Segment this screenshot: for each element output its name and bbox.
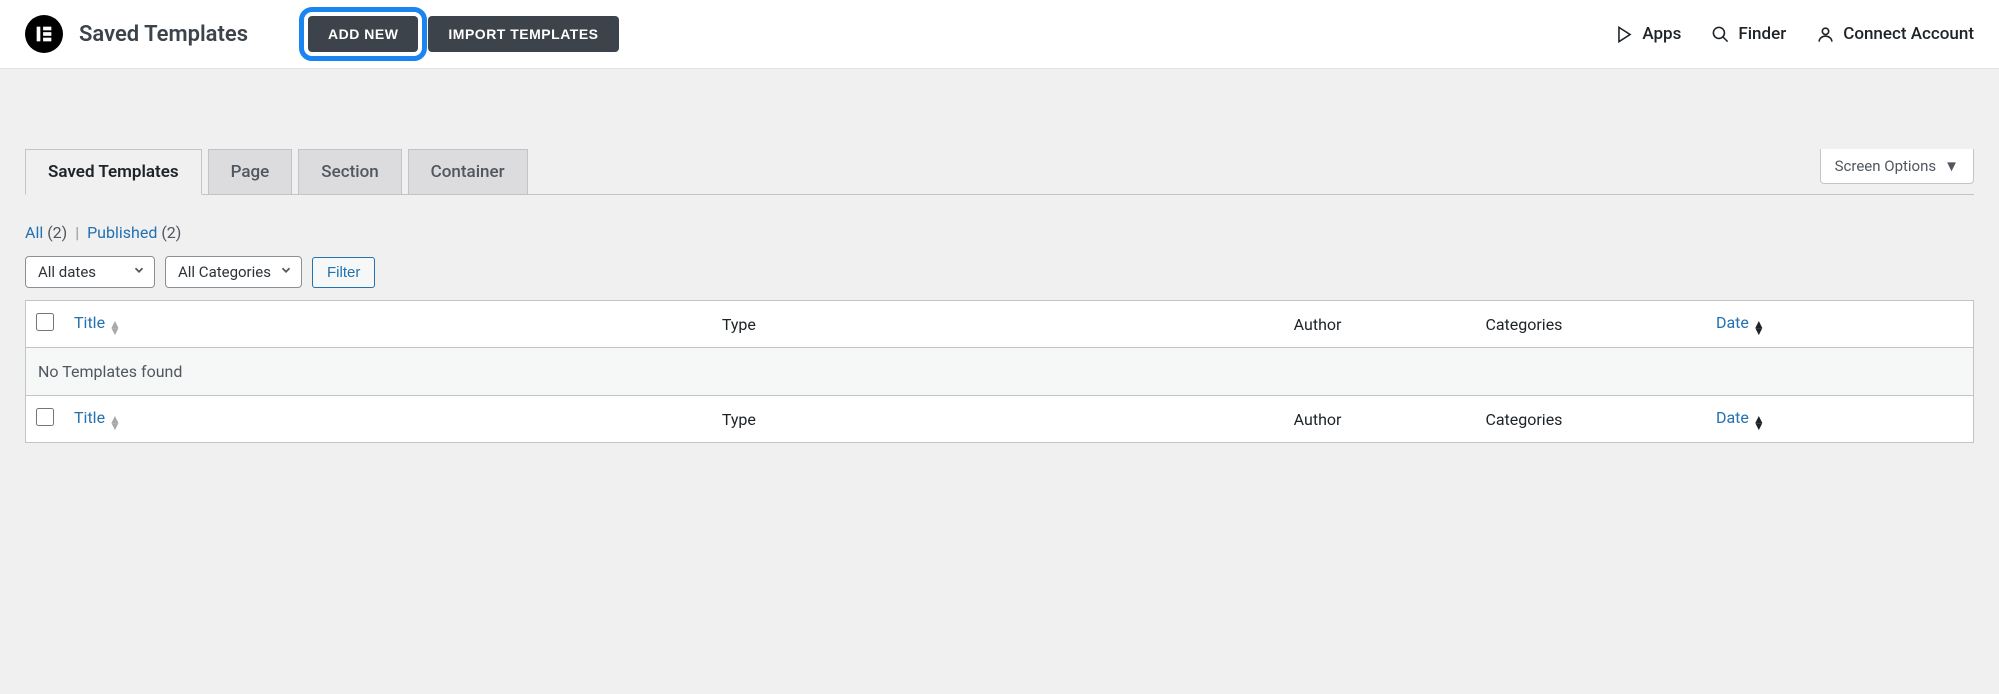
- sort-icon: ▲▼: [1753, 321, 1765, 335]
- page-header: Saved Templates ADD NEW IMPORT TEMPLATES…: [0, 0, 1999, 69]
- filter-bar: All dates All Categories Filter: [25, 256, 1974, 288]
- filter-published-count: (2): [161, 223, 181, 242]
- sort-icon: ▲▼: [1753, 416, 1765, 430]
- screen-options-label: Screen Options: [1835, 157, 1937, 175]
- finder-label: Finder: [1738, 24, 1786, 44]
- column-date-footer[interactable]: Date ▲▼: [1706, 396, 1974, 443]
- filter-published-link[interactable]: Published: [87, 223, 157, 242]
- column-date-label: Date: [1716, 313, 1749, 332]
- column-type: Type: [712, 301, 1284, 348]
- dates-select[interactable]: All dates: [25, 256, 155, 288]
- column-title[interactable]: Title ▲▼: [64, 301, 712, 348]
- chevron-down-icon: [279, 263, 293, 281]
- select-all-checkbox-footer[interactable]: [36, 408, 54, 426]
- column-categories-footer: Categories: [1475, 396, 1706, 443]
- categories-select-value: All Categories: [178, 263, 271, 281]
- elementor-logo: [25, 15, 63, 53]
- select-all-header: [26, 301, 65, 348]
- templates-table: Title ▲▼ Type Author Categories Date ▲▼ No…: [25, 300, 1974, 443]
- column-date-label-footer: Date: [1716, 408, 1749, 427]
- apps-link[interactable]: Apps: [1615, 24, 1681, 44]
- tabs-nav: Saved Templates Page Section Container: [25, 149, 1974, 195]
- empty-message: No Templates found: [26, 348, 1974, 396]
- search-icon: [1711, 25, 1730, 44]
- header-right: Apps Finder Connect Account: [1615, 24, 1974, 44]
- import-templates-button[interactable]: IMPORT TEMPLATES: [428, 16, 618, 52]
- tab-container[interactable]: Container: [408, 149, 528, 195]
- column-date[interactable]: Date ▲▼: [1706, 301, 1974, 348]
- select-all-checkbox[interactable]: [36, 313, 54, 331]
- column-type-footer: Type: [712, 396, 1284, 443]
- column-title-label: Title: [74, 313, 105, 332]
- screen-options-toggle[interactable]: Screen Options ▼: [1820, 149, 1974, 184]
- finder-link[interactable]: Finder: [1711, 24, 1786, 44]
- user-icon: [1816, 25, 1835, 44]
- chevron-down-icon: ▼: [1944, 157, 1959, 175]
- table-footer-row: Title ▲▼ Type Author Categories Date ▲▼: [26, 396, 1974, 443]
- status-filter-links: All (2) | Published (2): [25, 223, 1974, 242]
- connect-account-link[interactable]: Connect Account: [1816, 24, 1974, 44]
- filter-all-count: (2): [47, 223, 67, 242]
- chevron-down-icon: [132, 263, 146, 281]
- page-title: Saved Templates: [79, 22, 248, 47]
- filter-all-link[interactable]: All: [25, 223, 43, 242]
- apps-label: Apps: [1642, 24, 1681, 44]
- filter-button[interactable]: Filter: [312, 257, 375, 288]
- tab-saved-templates[interactable]: Saved Templates: [25, 149, 202, 195]
- select-all-footer: [26, 396, 65, 443]
- dates-select-value: All dates: [38, 263, 96, 281]
- table-header-row: Title ▲▼ Type Author Categories Date ▲▼: [26, 301, 1974, 348]
- tab-section[interactable]: Section: [298, 149, 401, 195]
- column-categories: Categories: [1475, 301, 1706, 348]
- column-author: Author: [1284, 301, 1476, 348]
- connect-label: Connect Account: [1843, 24, 1974, 44]
- table-empty-row: No Templates found: [26, 348, 1974, 396]
- column-title-label-footer: Title: [74, 408, 105, 427]
- sort-icon: ▲▼: [109, 321, 121, 335]
- column-author-footer: Author: [1284, 396, 1476, 443]
- separator: |: [75, 223, 79, 242]
- apps-icon: [1615, 25, 1634, 44]
- column-title-footer[interactable]: Title ▲▼: [64, 396, 712, 443]
- categories-select[interactable]: All Categories: [165, 256, 302, 288]
- content-area: Screen Options ▼ Saved Templates Page Se…: [0, 149, 1999, 468]
- add-new-button[interactable]: ADD NEW: [308, 16, 418, 52]
- sort-icon: ▲▼: [109, 416, 121, 430]
- tab-page[interactable]: Page: [208, 149, 293, 195]
